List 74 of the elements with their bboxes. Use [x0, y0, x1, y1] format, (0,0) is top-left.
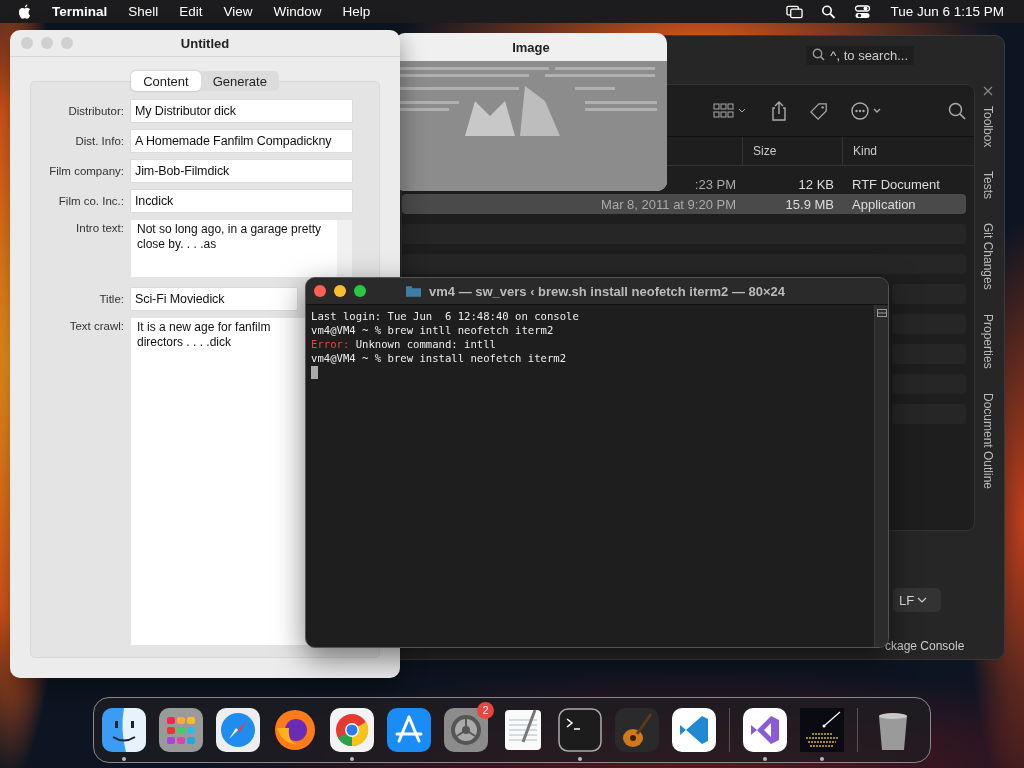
side-tab[interactable]: Properties	[981, 314, 995, 369]
menu-clock[interactable]: Tue Jun 6 1:15 PM	[890, 4, 1004, 19]
control-center-icon[interactable]	[854, 4, 872, 19]
guitar-app-icon[interactable]	[615, 708, 659, 752]
side-tab[interactable]: Git Changes	[981, 223, 995, 291]
field-label: Text crawl:	[68, 319, 125, 334]
input-field[interactable]: A Homemade Fanfilm Compadickny	[131, 130, 352, 152]
text-area[interactable]: Not so long ago, in a garage pretty close by. . . .as	[131, 220, 352, 277]
finder-app-icon[interactable]	[102, 708, 146, 752]
kind-cell-text: RTF Document	[851, 176, 941, 192]
input-field[interactable]: Jim-Bob-Filmdick	[131, 160, 352, 182]
field-label: Intro text:	[75, 221, 125, 236]
window-title: vm4 — sw_vers ‹ brew.sh install neofetch iterm2 — 80×24	[429, 283, 786, 299]
menu-item[interactable]: View	[223, 4, 253, 19]
minimize-button[interactable]	[334, 285, 346, 297]
close-icon[interactable]	[983, 86, 993, 96]
vscode-app-icon[interactable]	[672, 708, 716, 752]
screen-mirroring-icon[interactable]	[786, 4, 804, 19]
size-cell-text: 12 KB	[797, 176, 835, 192]
safari-app-icon[interactable]	[216, 708, 260, 752]
search-field[interactable]: ^, to search...	[806, 45, 914, 65]
chevron-icon	[917, 597, 928, 603]
side-tab[interactable]: Document Outline	[981, 392, 995, 489]
field-label: Distributor:	[67, 104, 125, 119]
input-field[interactable]: Sci-Fi Moviedick	[131, 288, 297, 310]
window-title: Image	[512, 39, 550, 55]
date-cell-text: Mar 8, 2011 at 9:20 PM	[600, 196, 737, 212]
field-label: Dist. Info:	[74, 134, 125, 149]
split-icon[interactable]	[876, 309, 887, 317]
menu-app-name[interactable]: Terminal	[52, 4, 108, 19]
error-label: Error:	[311, 338, 350, 350]
starfield-app-icon[interactable]	[800, 708, 844, 752]
column-header[interactable]: Size	[742, 137, 842, 165]
terminal-app-icon[interactable]	[558, 708, 602, 752]
apple-icon[interactable]	[18, 4, 31, 19]
close-button[interactable]	[314, 285, 326, 297]
tab[interactable]: Content	[131, 71, 201, 91]
date-cell: :23 PM	[694, 176, 736, 192]
menu-item[interactable]: Window	[273, 4, 322, 19]
field-label: Film co. Inc.:	[57, 194, 125, 209]
chrome-app-icon[interactable]	[330, 708, 374, 752]
menu-item[interactable]: Help	[342, 4, 371, 19]
selected-file-row[interactable]: Mar 8, 2011 at 9:20 PM 15.9 MB Application	[402, 194, 966, 214]
notification-badge: 2	[477, 702, 494, 719]
view-grid-icon[interactable]	[712, 102, 748, 119]
zoom-button[interactable]	[354, 285, 366, 297]
share-icon[interactable]	[770, 100, 788, 121]
tab[interactable]: Generate	[200, 71, 279, 91]
terminal-line: Unknown command: intll	[355, 338, 496, 350]
menu-item[interactable]: Edit	[179, 4, 203, 19]
search-icon[interactable]	[820, 4, 838, 19]
menu-item[interactable]: Shell	[128, 4, 159, 19]
appstore-app-icon[interactable]	[387, 708, 431, 752]
settings-app-icon[interactable]	[444, 708, 488, 752]
folder-icon	[406, 285, 421, 297]
window-title: Untitled	[179, 35, 231, 51]
input-field[interactable]: Incdick	[131, 190, 352, 212]
vstudio-app-icon[interactable]	[743, 708, 787, 752]
text-cursor	[311, 366, 318, 379]
line-ending-dropdown[interactable]: LF	[893, 588, 941, 612]
side-tab[interactable]: Toolbox	[981, 106, 995, 148]
size-cell-text: 15.9 MB	[784, 196, 835, 212]
tag-icon[interactable]	[810, 100, 828, 121]
side-tab[interactable]: Tests	[981, 171, 995, 200]
search-icon[interactable]	[948, 100, 966, 121]
field-label: Film company:	[48, 164, 125, 179]
launchpad-app-icon[interactable]	[159, 708, 203, 752]
bottom-tab[interactable]: ckage Console	[885, 639, 965, 653]
input-field[interactable]: My Distributor dick	[131, 100, 352, 122]
kind-cell-text: Application	[851, 196, 917, 212]
field-label: Title:	[98, 292, 125, 307]
firefox-app-icon[interactable]	[273, 708, 317, 752]
column-header[interactable]: Kind	[842, 137, 974, 165]
search-icon	[812, 48, 827, 62]
